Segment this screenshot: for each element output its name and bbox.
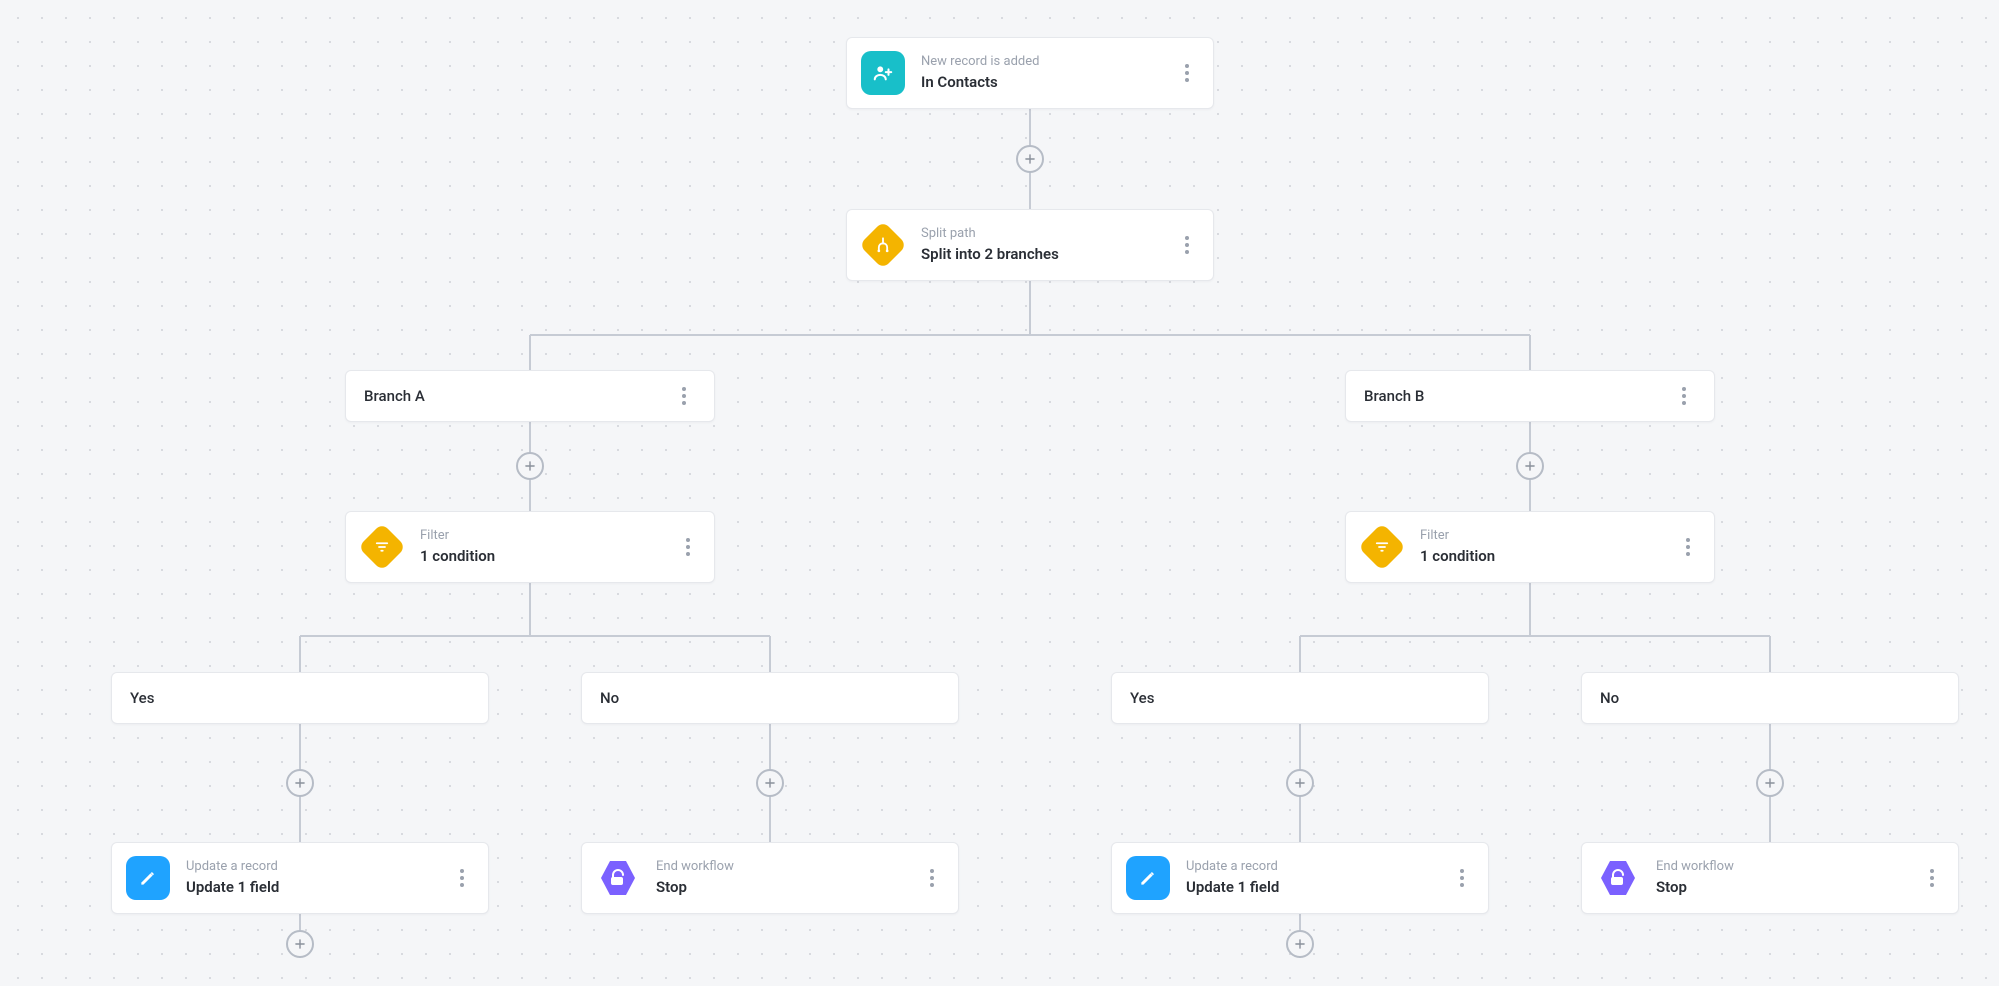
add-step-after-trigger[interactable]: [1016, 145, 1044, 173]
update-b-sub: Update a record: [1186, 859, 1440, 875]
filter-icon: [360, 525, 404, 569]
branch-a-card[interactable]: Branch A: [345, 370, 715, 422]
filter-b-menu-button[interactable]: [1676, 535, 1700, 559]
no-label: No: [600, 689, 619, 707]
stop-b-main: Stop: [1656, 878, 1910, 897]
update-a-labels: Update a record Update 1 field: [186, 859, 440, 896]
trigger-labels: New record is added In Contacts: [921, 54, 1165, 91]
filter-b-labels: Filter 1 condition: [1420, 528, 1666, 565]
end-workflow-b-node[interactable]: End workflow Stop: [1581, 842, 1959, 914]
split-main: Split into 2 branches: [921, 245, 1165, 264]
update-a-main: Update 1 field: [186, 878, 440, 897]
split-path-node[interactable]: Split path Split into 2 branches: [846, 209, 1214, 281]
filter-a-sub: Filter: [420, 528, 666, 544]
filter-icon: [1360, 525, 1404, 569]
workflow-canvas[interactable]: New record is added In Contacts Split pa…: [0, 0, 1999, 986]
add-step-branch-a[interactable]: [516, 452, 544, 480]
branch-b-title: Branch B: [1364, 387, 1424, 405]
stop-a-main: Stop: [656, 878, 910, 897]
filter-a-menu-button[interactable]: [676, 535, 700, 559]
branch-a-title: Branch A: [364, 387, 425, 405]
update-b-labels: Update a record Update 1 field: [1186, 859, 1440, 896]
filter-a-labels: Filter 1 condition: [420, 528, 666, 565]
update-a-menu-button[interactable]: [450, 866, 474, 890]
stop-b-labels: End workflow Stop: [1656, 859, 1910, 896]
update-record-a-node[interactable]: Update a record Update 1 field: [111, 842, 489, 914]
split-icon: [861, 223, 905, 267]
yes-label: Yes: [1130, 689, 1154, 707]
branch-b-card[interactable]: Branch B: [1345, 370, 1715, 422]
no-label: No: [1600, 689, 1619, 707]
yes-label: Yes: [130, 689, 154, 707]
filter-b-no-card[interactable]: No: [1581, 672, 1959, 724]
update-record-b-node[interactable]: Update a record Update 1 field: [1111, 842, 1489, 914]
end-workflow-a-node[interactable]: End workflow Stop: [581, 842, 959, 914]
filter-b-node[interactable]: Filter 1 condition: [1345, 511, 1715, 583]
trigger-sub: New record is added: [921, 54, 1165, 70]
add-step-a-yes[interactable]: [286, 769, 314, 797]
filter-a-no-card[interactable]: No: [581, 672, 959, 724]
add-step-after-update-b[interactable]: [1286, 930, 1314, 958]
filter-b-main: 1 condition: [1420, 547, 1666, 566]
branch-a-menu-button[interactable]: [672, 384, 696, 408]
filter-a-yes-card[interactable]: Yes: [111, 672, 489, 724]
update-a-sub: Update a record: [186, 859, 440, 875]
add-step-b-no[interactable]: [1756, 769, 1784, 797]
pencil-icon: [1126, 856, 1170, 900]
filter-a-node[interactable]: Filter 1 condition: [345, 511, 715, 583]
stop-b-menu-button[interactable]: [1920, 866, 1944, 890]
filter-b-yes-card[interactable]: Yes: [1111, 672, 1489, 724]
connector-lines: [0, 0, 1999, 986]
trigger-menu-button[interactable]: [1175, 61, 1199, 85]
stop-a-menu-button[interactable]: [920, 866, 944, 890]
update-b-main: Update 1 field: [1186, 878, 1440, 897]
trigger-main: In Contacts: [921, 73, 1165, 92]
trigger-node[interactable]: New record is added In Contacts: [846, 37, 1214, 109]
branch-b-menu-button[interactable]: [1672, 384, 1696, 408]
filter-a-main: 1 condition: [420, 547, 666, 566]
stop-b-sub: End workflow: [1656, 859, 1910, 875]
split-menu-button[interactable]: [1175, 233, 1199, 257]
stop-a-labels: End workflow Stop: [656, 859, 910, 896]
stop-icon: [1596, 856, 1640, 900]
add-step-branch-b[interactable]: [1516, 452, 1544, 480]
stop-a-sub: End workflow: [656, 859, 910, 875]
filter-b-sub: Filter: [1420, 528, 1666, 544]
stop-icon: [596, 856, 640, 900]
update-b-menu-button[interactable]: [1450, 866, 1474, 890]
add-step-after-update-a[interactable]: [286, 930, 314, 958]
add-step-b-yes[interactable]: [1286, 769, 1314, 797]
split-sub: Split path: [921, 226, 1165, 242]
split-labels: Split path Split into 2 branches: [921, 226, 1165, 263]
person-add-icon: [861, 51, 905, 95]
pencil-icon: [126, 856, 170, 900]
add-step-a-no[interactable]: [756, 769, 784, 797]
